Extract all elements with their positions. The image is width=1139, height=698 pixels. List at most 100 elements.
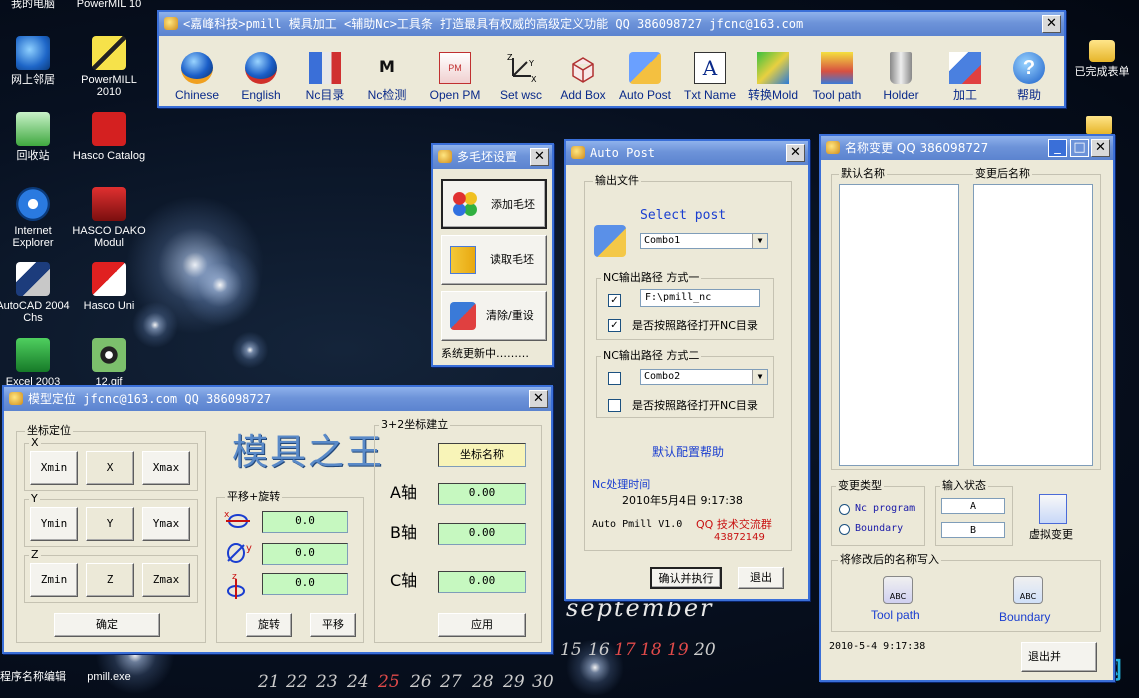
toolpath-abc-icon[interactable]: ABC [883, 576, 913, 604]
xmin-button[interactable]: Xmin [30, 451, 78, 485]
desktop-icon-12-gif[interactable]: 12.gif [72, 338, 146, 388]
tool-english[interactable]: English [235, 52, 287, 102]
tool-set-wsc[interactable]: Y Z X Set wsc [493, 52, 549, 102]
changed-name-list[interactable] [973, 184, 1093, 466]
boundary-radio[interactable] [839, 524, 850, 535]
calendar-day: 24 [347, 672, 369, 692]
desktop-icon-internet-explorer[interactable]: Internet Explorer [0, 187, 70, 249]
ie-icon [16, 187, 50, 221]
path1-checkbox[interactable]: ✓ [608, 294, 621, 307]
desktop-icon-hasco-uni[interactable]: Hasco Uni [72, 262, 146, 312]
tool-chinese[interactable]: Chinese [171, 52, 223, 102]
close-button[interactable]: ✕ [1091, 139, 1110, 157]
ok-button[interactable]: 确定 [54, 613, 160, 637]
zmin-button[interactable]: Zmin [30, 563, 78, 597]
confirm-execute-button[interactable]: 确认并执行 [650, 567, 722, 589]
ymin-button[interactable]: Ymin [30, 507, 78, 541]
a-axis-value[interactable]: 0.00 [438, 483, 526, 505]
path1-input[interactable]: F:\pmill_nc [640, 289, 760, 307]
clear-reset-button[interactable]: 清除/重设 [441, 291, 547, 341]
read-blank-button[interactable]: 读取毛坯 [441, 235, 547, 285]
virtual-change-icon[interactable] [1039, 494, 1067, 524]
b-axis-value[interactable]: 0.00 [438, 523, 526, 545]
tool-open-pm[interactable]: PM Open PM [425, 52, 485, 102]
tool-add-box[interactable]: Add Box [555, 52, 611, 102]
path2-checkbox[interactable] [608, 372, 621, 385]
tool-txt-name[interactable]: A Txt Name [681, 52, 739, 102]
default-config-help-link[interactable]: 默认配置帮助 [652, 445, 724, 459]
tool-machining[interactable]: 加工 [939, 52, 991, 102]
tool-label: Nc目录 [305, 88, 345, 102]
xmax-button[interactable]: Xmax [142, 451, 190, 485]
exit-button[interactable]: 退出 [738, 567, 784, 589]
zmax-button[interactable]: Zmax [142, 563, 190, 597]
tool-auto-post[interactable]: Auto Post [615, 52, 675, 102]
desktop-icon-powermill-10[interactable]: PowerMIL 10 [72, 0, 146, 10]
post-select[interactable]: Combo1 ▼ [640, 233, 768, 249]
tool-nc-directory[interactable]: Nc目录 [299, 52, 351, 102]
translate-button[interactable]: 平移 [310, 613, 356, 637]
dropdown-arrow-icon[interactable]: ▼ [752, 234, 767, 248]
apply-button[interactable]: 应用 [438, 613, 526, 637]
boundary-abc-icon[interactable]: ABC [1013, 576, 1043, 604]
nc-directory-icon [309, 52, 341, 84]
y-button[interactable]: Y [86, 507, 134, 541]
close-button[interactable]: ✕ [530, 148, 549, 166]
move-value-2[interactable]: 0.0 [262, 543, 348, 565]
c-axis-value[interactable]: 0.00 [438, 571, 526, 593]
desktop-icon-recycle-bin[interactable]: 回收站 [0, 112, 70, 162]
ymax-button[interactable]: Ymax [142, 507, 190, 541]
tool-label: 加工 [952, 88, 977, 102]
group-label: 将修改后的名称写入 [838, 553, 941, 567]
default-name-list[interactable] [839, 184, 959, 466]
path2-select[interactable]: Combo2 ▼ [640, 369, 768, 385]
tool-help[interactable]: ? 帮助 [1003, 52, 1055, 102]
add-blank-button[interactable]: 添加毛坯 [441, 179, 547, 229]
nc-program-radio[interactable] [839, 504, 850, 515]
button-label: 读取毛坯 [490, 253, 534, 266]
tool-toolpath[interactable]: Tool path [807, 52, 867, 102]
desktop-icon-pmill-exe[interactable]: pmill.exe [72, 671, 146, 683]
rotate-button[interactable]: 旋转 [246, 613, 292, 637]
dropdown-arrow-icon[interactable]: ▼ [752, 370, 767, 384]
title-bar[interactable]: <嘉峰科技>pmill 模具加工 <辅助Nc>工具条 打造最具有权威的高级定义功… [159, 12, 1064, 36]
desktop-icon-program-rename[interactable]: 程序名称编辑 [0, 671, 70, 683]
toolpath-write-button[interactable]: Tool path [871, 608, 920, 622]
select-value: Combo1 [644, 235, 681, 246]
desktop-icon-autocad[interactable]: AutoCAD 2004 Chs [0, 262, 70, 324]
network-icon [16, 36, 50, 70]
desktop-icon-excel[interactable]: Excel 2003 [0, 338, 70, 388]
desktop-icon-hasco-catalog[interactable]: Hasco Catalog [72, 112, 146, 162]
desktop-icon-completed-forms[interactable]: 已完成表单 [1064, 40, 1139, 78]
open-dir1-checkbox[interactable]: ✓ [608, 319, 621, 332]
desktop-icon-powermill-2010[interactable]: PowerMILL 2010 [72, 36, 146, 98]
coord-name-field[interactable]: 坐标名称 [438, 443, 526, 467]
close-button[interactable]: ✕ [1042, 15, 1061, 33]
title-bar[interactable]: 模型定位 jfcnc@163.com QQ 386098727 [4, 387, 551, 411]
exit-and-button[interactable]: 退出并 [1021, 642, 1097, 672]
move-value-1[interactable]: 0.0 [262, 511, 348, 533]
desktop-icon-network[interactable]: 网上邻居 [0, 36, 70, 86]
x-button[interactable]: X [86, 451, 134, 485]
desktop-icon-my-computer[interactable]: 我的电脑 [0, 0, 70, 10]
desktop-icon-hasco-dako[interactable]: HASCO DAKO Modul [72, 187, 146, 249]
virtual-change-label[interactable]: 虚拟变更 [1029, 528, 1073, 542]
move-value-3[interactable]: 0.0 [262, 573, 348, 595]
tool-holder[interactable]: Holder [875, 52, 927, 102]
minimize-button[interactable]: _ [1048, 139, 1067, 157]
calendar-day: 15 [560, 640, 582, 660]
group-label: 3+2坐标建立 [379, 418, 451, 432]
axes-icon: Y Z X [505, 52, 537, 84]
tool-nc-check[interactable]: M Nc检测 [361, 52, 413, 102]
tool-convert-mold[interactable]: 转换Mold [745, 52, 801, 102]
title-bar[interactable]: Auto Post [566, 141, 808, 165]
maximize-button[interactable]: □ [1070, 139, 1089, 157]
input-a-field[interactable]: A [941, 498, 1005, 514]
close-button[interactable]: ✕ [786, 144, 805, 162]
text-icon: A [694, 52, 726, 84]
close-button[interactable]: ✕ [529, 390, 548, 408]
open-dir2-checkbox[interactable] [608, 399, 621, 412]
boundary-write-button[interactable]: Boundary [999, 610, 1050, 624]
z-button[interactable]: Z [86, 563, 134, 597]
input-b-field[interactable]: B [941, 522, 1005, 538]
